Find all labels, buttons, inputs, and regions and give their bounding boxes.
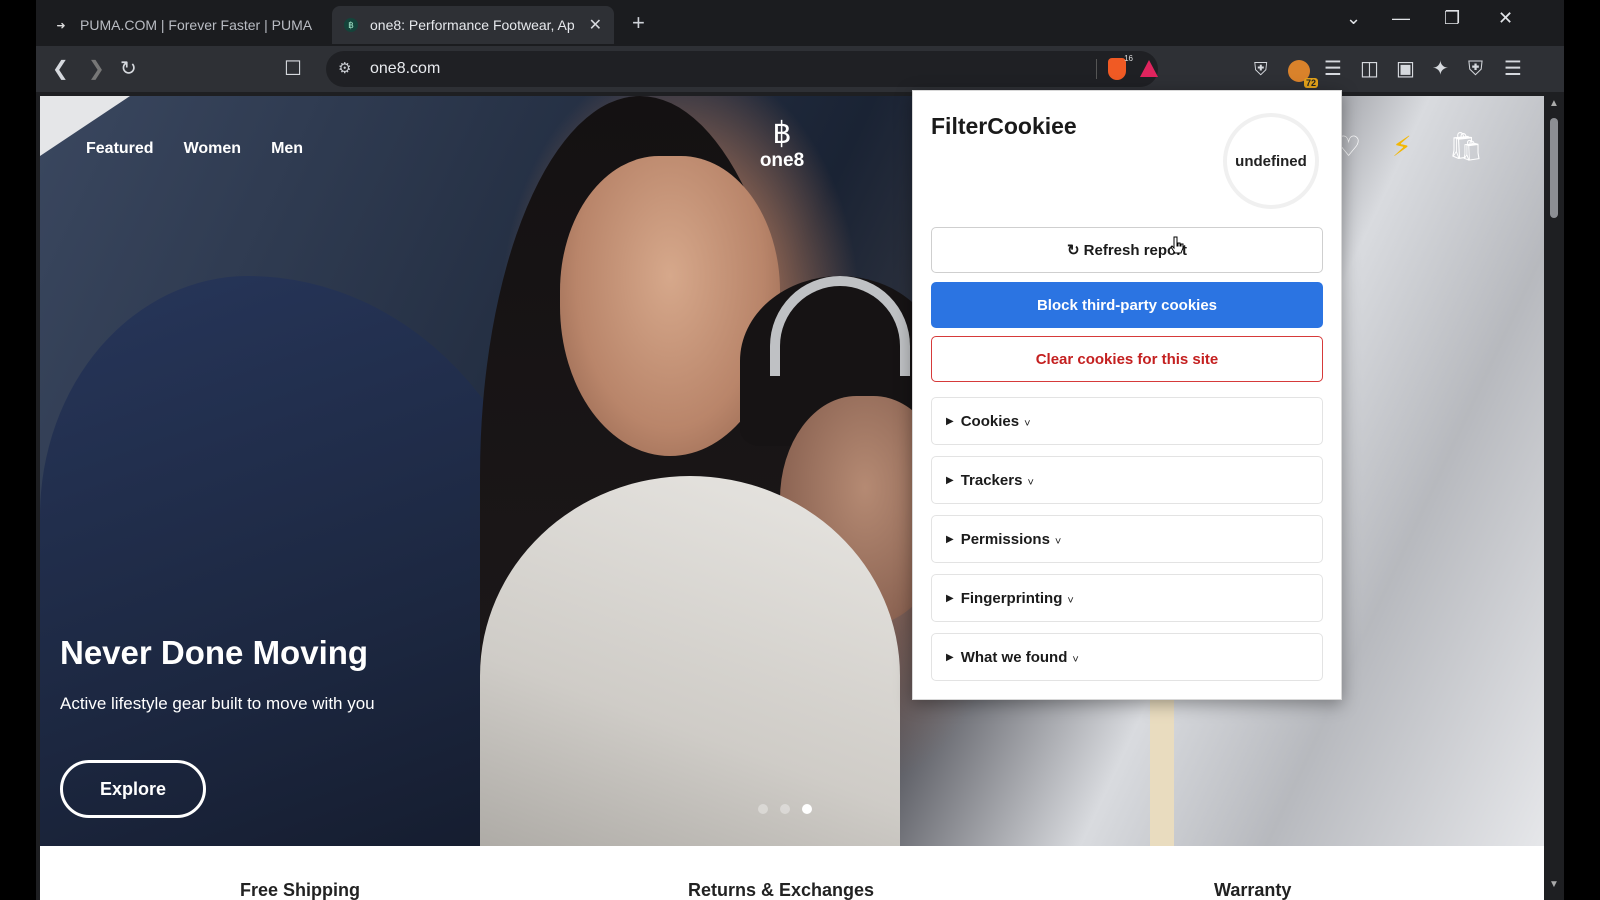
vpn-icon[interactable]: ⛨ [1468,56,1483,82]
url-text[interactable]: one8.com [370,60,440,78]
brave-shields-icon[interactable]: 16 [1108,54,1133,80]
carousel-dot-active[interactable] [802,804,812,814]
shield-extension-icon[interactable]: ⛨ [1254,56,1268,82]
sidebar-icon[interactable]: ◫ [1360,56,1379,82]
expand-triangle-icon: ▶ [946,592,954,604]
reload-icon[interactable]: ↻ [120,56,137,82]
feature-free-shipping: Free Shipping [240,880,361,900]
feature-returns: Returns & Exchanges [688,880,875,900]
puma-cat-icon: ➜ [56,19,66,32]
nav-men[interactable]: Men [271,140,303,158]
address-bar[interactable]: ⚙ one8.com 16 [326,51,1158,87]
chevron-down-icon: ˅ [1054,536,1062,548]
tab-one8[interactable]: ฿ one8: Performance Footwear, Ap ✕ [332,6,614,44]
nav-featured[interactable]: Featured [86,140,154,158]
close-window-icon[interactable]: ✕ [1498,8,1513,29]
tab-title: one8: Performance Footwear, Ap [370,17,575,33]
feature-warranty: Warranty [1214,880,1292,900]
new-tab-button[interactable]: + [632,10,645,36]
expand-triangle-icon: ▶ [946,474,954,486]
section-label: Permissions [960,530,1050,548]
tab-puma[interactable]: ➜ PUMA.COM | Forever Faster | PUMA [42,6,326,44]
wallet-icon[interactable]: ▣ [1396,56,1415,82]
section-trackers[interactable]: ▶ Trackers ˅ [931,456,1323,504]
site-logo[interactable]: ฿ one8 [752,118,812,172]
carousel-dot[interactable] [780,804,790,814]
tab-strip: ➜ PUMA.COM | Forever Faster | PUMA ฿ one… [36,0,1564,46]
expand-triangle-icon: ▶ [946,415,954,427]
filtercookiee-popup: FilterCookiee undefined ↻ Refresh report… [912,90,1342,700]
section-cookies[interactable]: ▶ Cookies ˅ [931,397,1323,445]
section-label: What we found [960,648,1068,666]
explore-button[interactable]: Explore [60,760,206,818]
section-permissions[interactable]: ▶ Permissions ˅ [931,515,1323,563]
forward-icon[interactable]: ❯ [88,56,105,82]
menu-icon[interactable]: ☰ [1504,56,1522,82]
section-what-we-found[interactable]: ▶ What we found ˅ [931,633,1323,681]
mouse-pointer-icon [1170,236,1184,254]
clear-cookies-button[interactable]: Clear cookies for this site [931,336,1323,382]
brave-rewards-icon[interactable] [1140,60,1158,77]
block-third-party-button[interactable]: Block third-party cookies [931,282,1323,328]
close-tab-icon[interactable]: ✕ [589,15,602,35]
restore-icon[interactable]: ❐ [1444,8,1460,29]
extensions-puzzle-icon[interactable]: ☰ [1324,56,1342,82]
tab-search-chevron-icon[interactable]: ⌄ [1346,8,1361,29]
chevron-down-icon: ˅ [1024,418,1031,430]
page-scrollbar[interactable]: ▲ ▼ [1544,96,1564,900]
one8-logo-icon: ฿ [344,18,358,32]
site-settings-icon[interactable]: ⚙ [338,59,351,77]
hero-subtitle: Active lifestyle gear built to move with… [60,694,375,713]
back-icon[interactable]: ❮ [52,56,69,82]
features-strip: Free Shipping Returns & Exchanges Warran… [40,846,1544,900]
section-fingerprinting[interactable]: ▶ Fingerprinting ˅ [931,574,1323,622]
carousel-dots [758,804,812,814]
cookie-extension-icon[interactable]: 72 [1288,60,1318,88]
tab-title: PUMA.COM | Forever Faster | PUMA [80,17,313,33]
scroll-down-icon[interactable]: ▼ [1549,879,1559,890]
hero-title: Never Done Moving [60,634,369,671]
chevron-down-icon: ˅ [1072,654,1079,666]
logo-text: one8 [759,150,805,171]
shield-count: 16 [1124,54,1133,63]
chevron-down-icon: ˅ [1067,595,1074,607]
lightning-icon[interactable]: ⚡ [1392,130,1412,163]
divider [1096,59,1097,79]
section-label: Fingerprinting [960,589,1063,607]
minimize-icon[interactable]: — [1392,8,1410,29]
scroll-up-icon[interactable]: ▲ [1549,98,1559,109]
chevron-down-icon: ˅ [1027,477,1034,489]
browser-toolbar: ❮ ❯ ↻ ☐ ⚙ one8.com 16 ⛨ 72 ☰ ◫ ▣ ✦ ⛨ ☰ [36,46,1564,92]
bookmark-icon[interactable]: ☐ [284,56,302,82]
scroll-thumb[interactable] [1550,118,1558,218]
section-label: Trackers [960,471,1023,489]
nav-women[interactable]: Women [184,140,241,158]
site-nav: Featured Women Men [86,140,303,158]
refresh-report-button[interactable]: ↻ Refresh report [931,227,1323,273]
carousel-dot[interactable] [758,804,768,814]
leo-ai-icon[interactable]: ✦ [1432,56,1449,82]
privacy-score-circle: undefined [1223,113,1319,209]
expand-triangle-icon: ▶ [946,651,954,663]
popup-title: FilterCookiee [931,113,1077,139]
shopping-bag-icon[interactable]: 🛍 [1448,130,1484,163]
logo-glyph: ฿ [772,117,792,150]
extension-badge: 72 [1303,78,1318,88]
section-label: Cookies [960,412,1020,430]
expand-triangle-icon: ▶ [946,533,954,545]
